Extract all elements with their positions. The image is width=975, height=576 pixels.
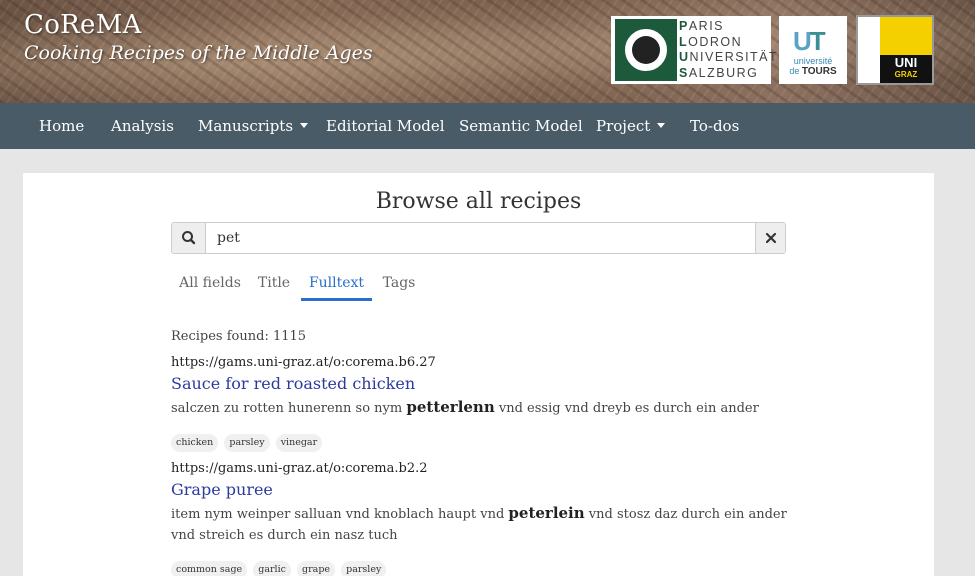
plus-salzburg-logo[interactable]: PARIS LODRON UNIVERSITÄT SALZBURG bbox=[611, 16, 777, 84]
site-subtitle: Cooking Recipes of the Middle Ages bbox=[24, 42, 373, 64]
tab-fulltext[interactable]: Fulltext bbox=[301, 268, 372, 301]
search-highlight: petterlenn bbox=[406, 398, 495, 416]
result-id: https://gams.uni-graz.at/o:corema.b6.27 bbox=[171, 355, 436, 370]
result-id: https://gams.uni-graz.at/o:corema.b2.2 bbox=[171, 461, 428, 476]
result-item: https://gams.uni-graz.at/o:corema.b6.27 … bbox=[171, 353, 796, 452]
result-snippet: salczen zu rotten hunerenn so nym petter… bbox=[171, 398, 759, 416]
result-title-link[interactable]: Sauce for red roasted chicken bbox=[171, 373, 796, 395]
graz-logo-graz-text: GRAZ bbox=[894, 70, 918, 79]
search-input[interactable] bbox=[207, 223, 755, 253]
search-field-tabs: All fields Title Fulltext Tags bbox=[171, 268, 786, 302]
tag-parsley[interactable]: parsley bbox=[341, 561, 387, 576]
search-highlight: peterlein bbox=[508, 504, 585, 522]
nav-project-dropdown[interactable]: Project bbox=[596, 103, 666, 149]
main-content: Browse all recipes All fields Title Full… bbox=[23, 173, 934, 576]
nav-analysis[interactable]: Analysis bbox=[111, 103, 174, 149]
close-icon bbox=[765, 232, 777, 244]
tag-chicken[interactable]: chicken bbox=[171, 434, 219, 452]
search-group bbox=[171, 222, 786, 254]
salzburg-seal-icon bbox=[615, 19, 677, 81]
tag-grape[interactable]: grape bbox=[297, 561, 336, 576]
results-count: Recipes found: 1115 bbox=[171, 329, 307, 344]
result-snippet: item nym weinper salluan vnd knoblach ha… bbox=[171, 504, 787, 543]
tag-common-sage[interactable]: common sage bbox=[171, 561, 248, 576]
uni-graz-logo[interactable]: UNI GRAZ bbox=[856, 15, 934, 85]
search-icon bbox=[172, 223, 206, 253]
nav-home[interactable]: Home bbox=[39, 103, 84, 149]
nav-semantic-model[interactable]: Semantic Model bbox=[459, 103, 583, 149]
result-tags: common sage garlic grape parsley bbox=[171, 557, 796, 576]
graz-logo-uni-text: UNI bbox=[894, 55, 918, 70]
tab-title[interactable]: Title bbox=[249, 268, 299, 300]
plus-logo-text: PARIS LODRON UNIVERSITÄT SALZBURG bbox=[679, 19, 779, 80]
nav-manuscripts-dropdown[interactable]: Manuscripts bbox=[198, 103, 309, 149]
nav-editorial-model[interactable]: Editorial Model bbox=[326, 103, 445, 149]
result-tags: chicken parsley vinegar bbox=[171, 430, 796, 452]
site-header: CoReMA Cooking Recipes of the Middle Age… bbox=[0, 0, 975, 103]
result-title-link[interactable]: Grape puree bbox=[171, 479, 796, 501]
nav-todos[interactable]: To-dos bbox=[690, 103, 739, 149]
site-title[interactable]: CoReMA bbox=[24, 10, 142, 40]
caret-down-icon bbox=[657, 122, 666, 128]
tab-all-fields[interactable]: All fields bbox=[171, 268, 249, 300]
caret-down-icon bbox=[300, 122, 309, 128]
tag-garlic[interactable]: garlic bbox=[253, 561, 291, 576]
tours-ut-icon: UT bbox=[793, 26, 826, 56]
main-navbar: Home Analysis Manuscripts Editorial Mode… bbox=[0, 103, 975, 149]
tag-parsley[interactable]: parsley bbox=[224, 434, 270, 452]
tours-logo-text: université de TOURS bbox=[789, 56, 837, 77]
clear-search-button[interactable] bbox=[755, 223, 785, 253]
tag-vinegar[interactable]: vinegar bbox=[275, 434, 323, 452]
tab-tags[interactable]: Tags bbox=[375, 268, 423, 300]
result-item: https://gams.uni-graz.at/o:corema.b2.2 G… bbox=[171, 459, 796, 576]
page-title: Browse all recipes bbox=[375, 189, 582, 214]
universite-tours-logo[interactable]: UT université de TOURS bbox=[779, 16, 847, 84]
